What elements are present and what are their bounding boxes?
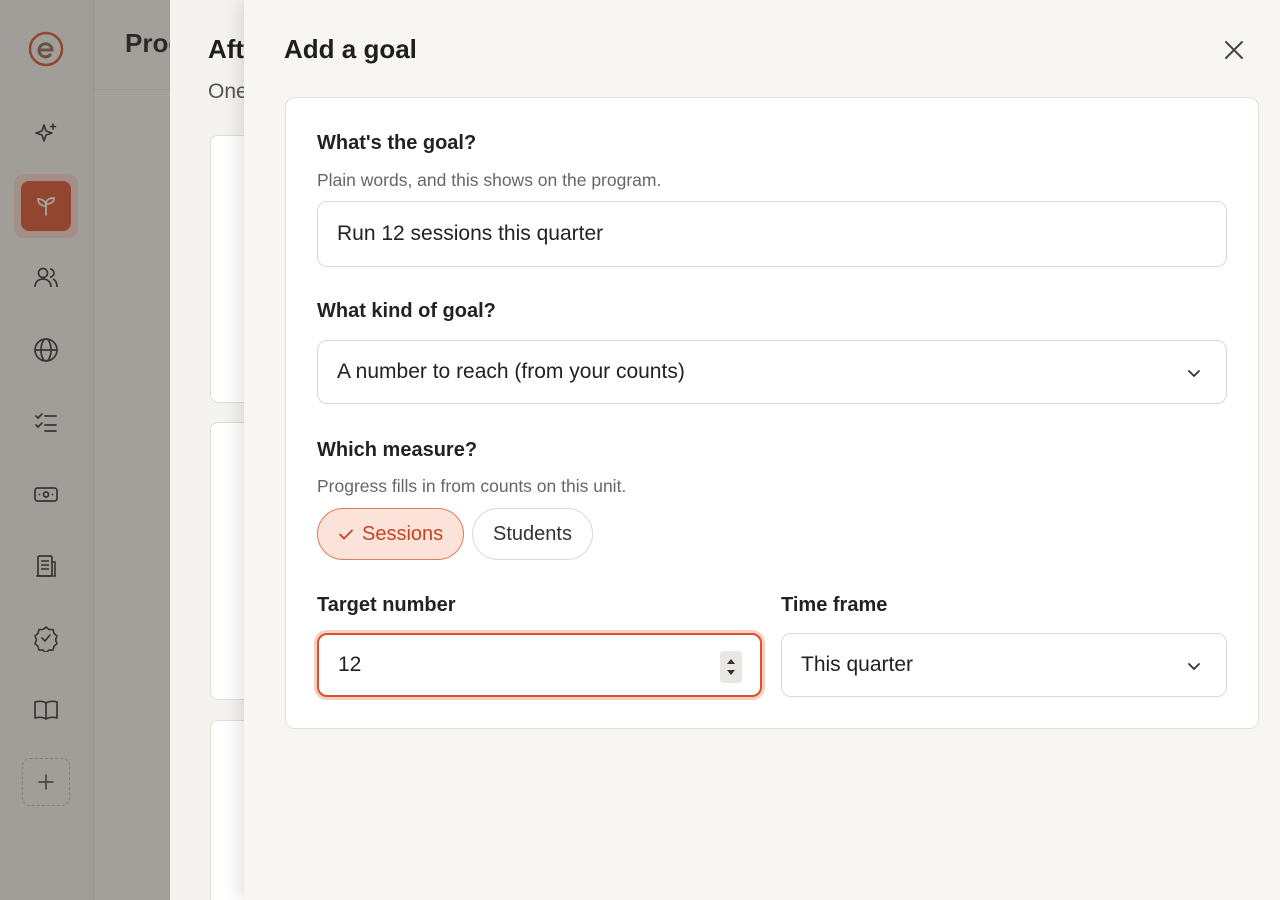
goal-kind-label: What kind of goal? [317,300,496,322]
measure-help: Progress fills in from counts on this un… [317,476,627,496]
time-frame-value: This quarter [801,653,914,676]
measure-option-label: Sessions [362,522,444,545]
target-number-value: 12 [338,653,362,676]
chevron-down-icon [1188,663,1200,671]
goal-input-value: Run 12 sessions this quarter [337,222,604,245]
measure-label: Which measure? [317,439,478,461]
target-number-input[interactable]: 12 [317,633,762,697]
number-stepper[interactable] [720,651,742,683]
drawer-title: Add a goal [284,34,417,64]
measure-option-students[interactable]: Students [472,508,593,560]
close-icon [1225,41,1243,59]
time-frame-select[interactable]: This quarter [781,633,1227,697]
program-panel-title: Aft [208,34,245,64]
stepper-arrows-icon [727,659,735,675]
goal-kind-select[interactable]: A number to reach (from your counts) [317,340,1227,404]
measure-option-sessions[interactable]: Sessions [317,508,465,560]
goal-label: What's the goal? [317,132,477,154]
chevron-down-icon [1188,370,1200,378]
goal-kind-value: A number to reach (from your counts) [337,360,685,383]
check-icon [339,529,353,540]
close-button[interactable] [1218,34,1250,66]
add-goal-drawer: Add a goal What's the goal? Plain words,… [244,0,1280,900]
time-frame-label: Time frame [781,594,888,616]
goal-form: What's the goal? Plain words, and this s… [285,97,1259,729]
measure-option-label: Students [493,522,572,545]
goal-input[interactable]: Run 12 sessions this quarter [317,201,1227,267]
program-panel-subtitle: One [208,80,248,103]
target-number-label: Target number [317,594,456,616]
goal-help: Plain words, and this shows on the progr… [317,170,662,190]
